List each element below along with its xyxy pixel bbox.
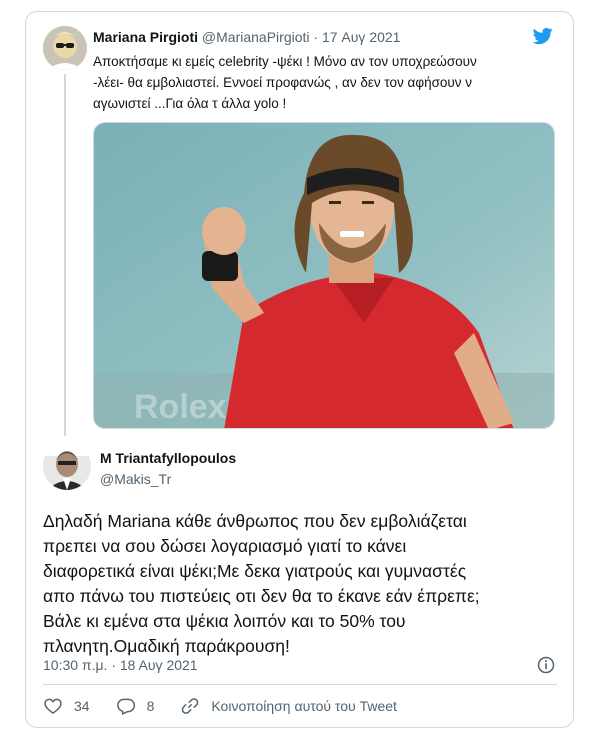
mariana-avatar[interactable] (43, 26, 87, 70)
parent-tweet-date[interactable]: 17 Αυγ 2021 (322, 29, 401, 45)
tweet-actions-bar: 34 8 Κοινοποίηση αυτού του Tweet (43, 695, 423, 717)
reply-button[interactable]: 8 (116, 696, 155, 716)
parent-author-handle[interactable]: @MarianaPirgioti (202, 29, 310, 45)
reply-author-handle[interactable]: @Makis_Tr (100, 471, 171, 487)
reply-bubble-icon (116, 698, 135, 715)
reply-author-name[interactable]: M Triantafyllopoulos (100, 450, 236, 466)
reply-timestamp[interactable]: 10:30 π.μ. · 18 Αυγ 2021 (43, 657, 198, 673)
parent-tweet-header: Mariana Pirgioti @MarianaPirgioti · 17 Α… (93, 29, 400, 45)
reply-tweet-text: Δηλαδή Mariana κάθε άνθρωπος που δεν εμβ… (43, 511, 480, 656)
embedded-tweet-card: Mariana Pirgioti @MarianaPirgioti · 17 Α… (25, 11, 574, 728)
dot-separator: · (309, 29, 322, 45)
tweet-media-photo[interactable]: Rolex (93, 122, 555, 429)
reply-count: 8 (146, 698, 155, 714)
twitter-bird-icon[interactable] (532, 26, 554, 46)
tennis-player-photo-icon: Rolex (94, 123, 554, 428)
share-link-icon (182, 698, 199, 714)
parent-tweet-text: Αποκτήσαμε κι εμείς celebrity -ψέκι ! Μό… (93, 54, 477, 111)
like-button[interactable]: 34 (43, 696, 90, 716)
share-label: Κοινοποίηση αυτού του Tweet (211, 698, 397, 714)
divider (43, 684, 557, 685)
share-tweet-button[interactable]: Κοινοποίηση αυτού του Tweet (180, 696, 397, 716)
info-icon[interactable] (536, 655, 556, 675)
makis-avatar[interactable] (43, 442, 91, 490)
svg-text:Rolex: Rolex (134, 388, 227, 426)
parent-author-name[interactable]: Mariana Pirgioti (93, 29, 198, 45)
like-count: 34 (74, 698, 90, 714)
heart-icon (44, 698, 62, 715)
thread-connector-line (64, 74, 66, 436)
